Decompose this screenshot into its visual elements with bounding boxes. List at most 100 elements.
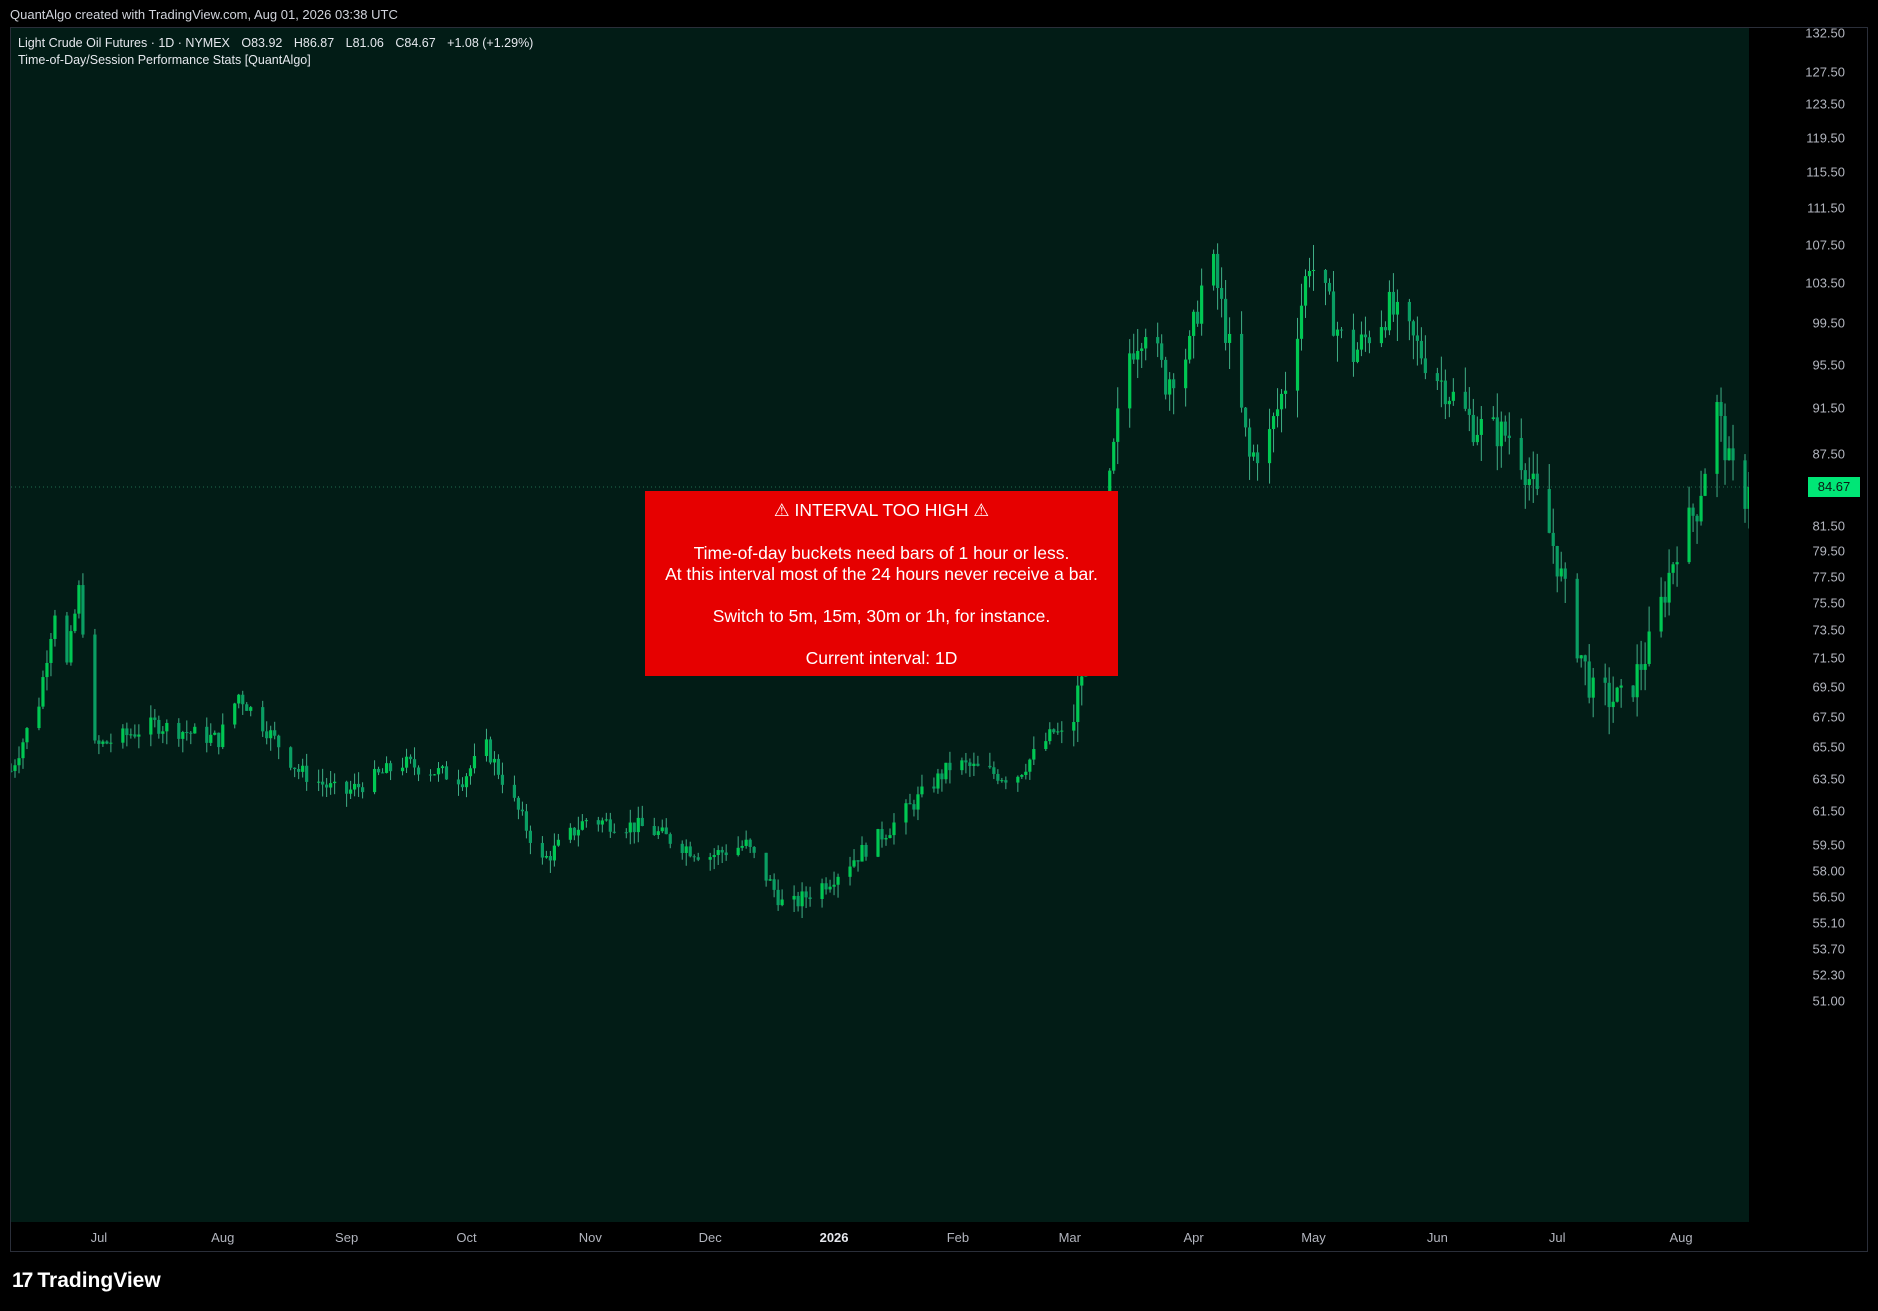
- candle: [528, 825, 533, 855]
- candle: [1687, 486, 1691, 565]
- candle: [1056, 722, 1060, 735]
- candle-body: [892, 822, 896, 836]
- candle-body: [1279, 393, 1284, 410]
- candle: [640, 805, 644, 827]
- candle: [1160, 334, 1164, 368]
- candle: [1216, 243, 1220, 310]
- attribution-text: QuantAlgo created with TradingView.com, …: [10, 7, 398, 22]
- candle: [460, 777, 465, 791]
- candle: [1323, 269, 1328, 306]
- candle: [325, 777, 329, 797]
- candle-body: [428, 774, 433, 776]
- candle: [692, 854, 696, 862]
- candle: [652, 817, 656, 836]
- candle: [1132, 333, 1136, 364]
- candle-body: [908, 803, 912, 805]
- candle: [800, 882, 804, 919]
- price-tick-label: 115.50: [1806, 164, 1845, 180]
- candle: [25, 727, 29, 750]
- candle: [612, 823, 616, 834]
- candle: [808, 886, 812, 907]
- tradingview-brand[interactable]: 17 TradingView: [12, 1269, 161, 1293]
- candle: [596, 816, 600, 832]
- candle: [353, 773, 357, 797]
- candle-body: [712, 855, 716, 858]
- candle: [376, 766, 381, 776]
- candle: [1451, 378, 1455, 406]
- candle-body: [1060, 730, 1064, 732]
- candle: [1052, 728, 1056, 734]
- candle: [1719, 387, 1723, 442]
- candle-body: [245, 704, 249, 711]
- candle: [153, 709, 157, 728]
- candle-body: [1451, 391, 1455, 401]
- tradingview-logo-icon: 17: [12, 1269, 33, 1292]
- candle: [688, 841, 692, 858]
- candle: [636, 806, 640, 843]
- price-axis[interactable]: 132.50 127.50 123.50 119.50 115.50 111.50 107.…: [1749, 26, 1867, 1222]
- candle: [1447, 396, 1451, 418]
- candle: [848, 856, 852, 886]
- candle-body: [792, 895, 796, 900]
- warning-line-2: At this interval most of the 24 hours ne…: [665, 564, 1098, 584]
- candle: [820, 878, 824, 908]
- candle: [748, 838, 752, 854]
- candle: [1667, 549, 1671, 616]
- candle-body: [500, 774, 505, 785]
- candle: [1032, 736, 1036, 766]
- candle: [161, 726, 165, 744]
- candle-body: [372, 768, 377, 793]
- candle-body: [852, 860, 856, 867]
- time-axis[interactable]: Jul Aug Sep Oct Nov Dec 2026 Feb Mar Apr May Jun Jul…: [11, 1222, 1867, 1251]
- candle: [293, 767, 297, 778]
- candle: [1156, 322, 1160, 358]
- indicator-title[interactable]: Time-of-Day/Session Performance Stats [Q…: [18, 52, 541, 69]
- candle-body: [1140, 348, 1144, 351]
- price-tick-label: 91.50: [1812, 400, 1845, 416]
- candle: [1295, 317, 1300, 418]
- candle: [1591, 667, 1595, 718]
- candle-body: [544, 856, 548, 858]
- candle-body: [21, 742, 25, 759]
- warning-title: ⚠ INTERVAL TOO HIGH ⚠: [773, 500, 990, 520]
- candle: [1048, 722, 1052, 745]
- candle: [349, 780, 353, 800]
- candle-body: [1519, 437, 1523, 471]
- candle: [540, 836, 544, 865]
- candle-body: [1527, 479, 1531, 486]
- candle-body: [552, 845, 556, 861]
- symbol-title[interactable]: Light Crude Oil Futures · 1D · NYMEX: [18, 36, 230, 50]
- candle: [608, 812, 612, 838]
- candle: [1615, 686, 1619, 703]
- candle-body: [988, 765, 992, 768]
- candle: [768, 875, 772, 881]
- candle: [1024, 763, 1028, 780]
- candle-body: [660, 827, 664, 832]
- candle-body: [772, 879, 776, 890]
- candle-body: [1499, 421, 1503, 447]
- candle: [1467, 387, 1471, 432]
- candle: [45, 650, 49, 691]
- candle-body: [1168, 379, 1172, 395]
- candle: [1044, 732, 1048, 751]
- price-tick-label: 51.00: [1812, 993, 1845, 1009]
- candle-body: [632, 822, 636, 833]
- candle: [1016, 775, 1020, 792]
- candle-body: [416, 767, 421, 775]
- candle: [1188, 330, 1192, 364]
- candle-body: [720, 850, 724, 853]
- candle-body: [860, 844, 864, 862]
- candle-body: [157, 719, 161, 734]
- candle-body: [1535, 473, 1539, 490]
- candle: [484, 728, 489, 762]
- candle-body: [297, 769, 301, 772]
- candle: [245, 702, 249, 711]
- candle: [1212, 249, 1216, 291]
- candle-body: [93, 634, 97, 741]
- candle: [832, 871, 836, 896]
- candle: [456, 769, 461, 796]
- candle: [1519, 418, 1523, 480]
- candle-body: [1611, 701, 1615, 708]
- candle-body: [1339, 329, 1344, 331]
- candle-body: [189, 732, 193, 734]
